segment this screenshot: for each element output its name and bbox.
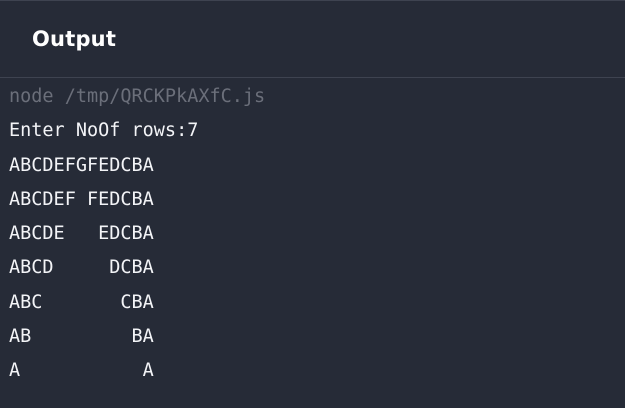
console-output[interactable]: node /tmp/QRCKPkAXfC.js Enter NoOf rows:… xyxy=(9,80,619,389)
console-command-line: node /tmp/QRCKPkAXfC.js xyxy=(9,86,266,107)
console-output-line: ABCD DCBA xyxy=(9,257,154,279)
console-output-line: A A xyxy=(9,360,154,382)
console-prompt-line: Enter NoOf rows:7 xyxy=(9,120,199,142)
console-output-line: ABCDE EDCBA xyxy=(9,223,154,245)
output-title: Output xyxy=(32,27,117,51)
output-header: Output xyxy=(0,0,625,78)
console-output-line: ABCDEF FEDCBA xyxy=(9,188,154,210)
output-window: Output node /tmp/QRCKPkAXfC.js Enter NoO… xyxy=(0,0,625,408)
console-output-line: ABCDEFGFEDCBA xyxy=(9,154,154,176)
console-output-line: AB BA xyxy=(9,326,154,348)
console-output-line: ABC CBA xyxy=(9,291,154,313)
